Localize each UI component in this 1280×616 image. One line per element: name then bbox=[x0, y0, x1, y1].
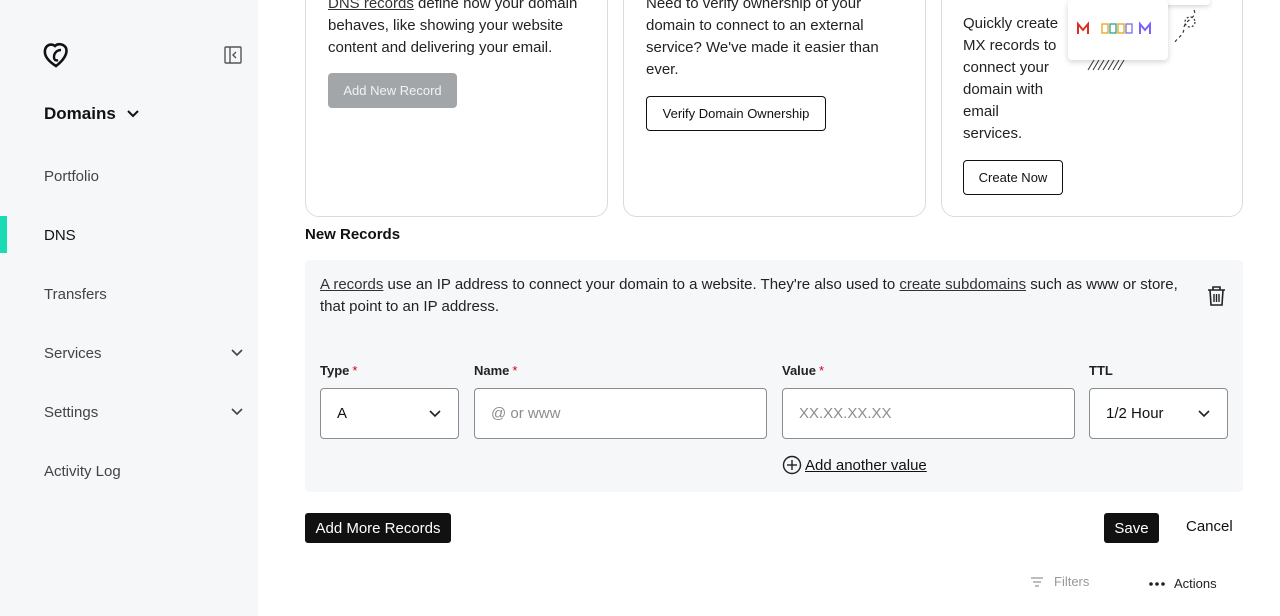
name-input[interactable] bbox=[491, 405, 750, 422]
sidebar-item-transfers[interactable]: Transfers bbox=[44, 283, 244, 305]
domains-title: Domains bbox=[44, 104, 116, 123]
sidebar-item-label: Services bbox=[44, 344, 102, 362]
filters-label: Filters bbox=[1054, 574, 1090, 589]
dns-records-link[interactable]: DNS records bbox=[328, 0, 414, 12]
save-button[interactable]: Save bbox=[1104, 513, 1159, 543]
collapse-sidebar-icon[interactable] bbox=[224, 46, 242, 64]
chevron-down-icon bbox=[1198, 409, 1210, 417]
trash-icon[interactable] bbox=[1206, 285, 1227, 307]
create-subdomains-link[interactable]: create subdomains bbox=[899, 276, 1026, 293]
chevron-down-icon bbox=[231, 408, 243, 416]
value-input[interactable] bbox=[799, 405, 1058, 422]
add-another-value-button[interactable]: Add another value bbox=[782, 455, 927, 475]
filter-icon bbox=[1031, 576, 1043, 587]
a-record-description: A records use an IP address to connect y… bbox=[320, 276, 1178, 315]
sidebar-item-services[interactable]: Services bbox=[44, 342, 244, 364]
new-records-title: New Records bbox=[305, 226, 401, 243]
add-new-record-button[interactable]: Add New Record bbox=[328, 73, 457, 108]
ttl-label: TTL bbox=[1089, 363, 1113, 378]
mx-description: Quickly create MX records to connect you… bbox=[963, 15, 1059, 142]
add-more-records-button[interactable]: Add More Records bbox=[305, 513, 451, 543]
value-field-box bbox=[782, 388, 1075, 439]
more-horizontal-icon bbox=[1149, 581, 1165, 586]
sidebar-item-settings[interactable]: Settings bbox=[44, 401, 244, 423]
name-label: Name * bbox=[474, 363, 518, 378]
verify-description: Need to verify ownership of your domain … bbox=[646, 0, 879, 78]
filters-button[interactable]: Filters bbox=[1030, 574, 1089, 589]
sidebar: Domains Portfolio DNS Transfers Services… bbox=[0, 0, 258, 616]
chevron-down-icon bbox=[429, 409, 441, 417]
sidebar-item-dns[interactable]: DNS bbox=[44, 224, 244, 246]
email-logos-icon bbox=[1077, 21, 1151, 34]
active-indicator bbox=[0, 216, 7, 253]
email-services-illustration bbox=[1068, 0, 1168, 60]
type-select[interactable]: A bbox=[320, 388, 459, 439]
sidebar-item-label: DNS bbox=[44, 226, 76, 244]
a-records-link[interactable]: A records bbox=[320, 276, 383, 293]
cancel-button[interactable]: Cancel bbox=[1186, 518, 1233, 535]
name-field-box bbox=[474, 388, 767, 439]
value-label: Value * bbox=[782, 363, 825, 378]
dashed-arrow-icon bbox=[1173, 9, 1196, 45]
actions-label: Actions bbox=[1174, 576, 1217, 591]
sidebar-item-portfolio[interactable]: Portfolio bbox=[44, 165, 244, 187]
plus-circle-icon bbox=[782, 455, 802, 475]
ttl-select[interactable]: 1/2 Hour bbox=[1089, 388, 1228, 439]
domains-menu-button[interactable]: Domains bbox=[44, 104, 140, 124]
ttl-selected-value: 1/2 Hour bbox=[1106, 405, 1164, 422]
sidebar-item-label: Activity Log bbox=[44, 462, 121, 480]
sidebar-item-label: Portfolio bbox=[44, 167, 100, 185]
dns-records-description: DNS records define how your domain behav… bbox=[328, 0, 598, 59]
sidebar-item-label: Transfers bbox=[44, 285, 107, 303]
godaddy-logo-icon[interactable] bbox=[42, 41, 70, 69]
actions-button[interactable]: Actions bbox=[1148, 576, 1217, 591]
add-another-value-label: Add another value bbox=[805, 456, 927, 474]
type-label: Type * bbox=[320, 363, 358, 378]
chevron-down-icon bbox=[231, 349, 243, 357]
chevron-down-icon bbox=[127, 110, 139, 118]
sidebar-item-activity-log[interactable]: Activity Log bbox=[44, 460, 244, 482]
sidebar-item-label: Settings bbox=[44, 403, 99, 421]
verify-domain-ownership-button[interactable]: Verify Domain Ownership bbox=[646, 96, 826, 131]
type-selected-value: A bbox=[337, 405, 348, 422]
create-now-button[interactable]: Create Now bbox=[963, 160, 1063, 195]
hatch-decoration-icon bbox=[1087, 59, 1125, 71]
